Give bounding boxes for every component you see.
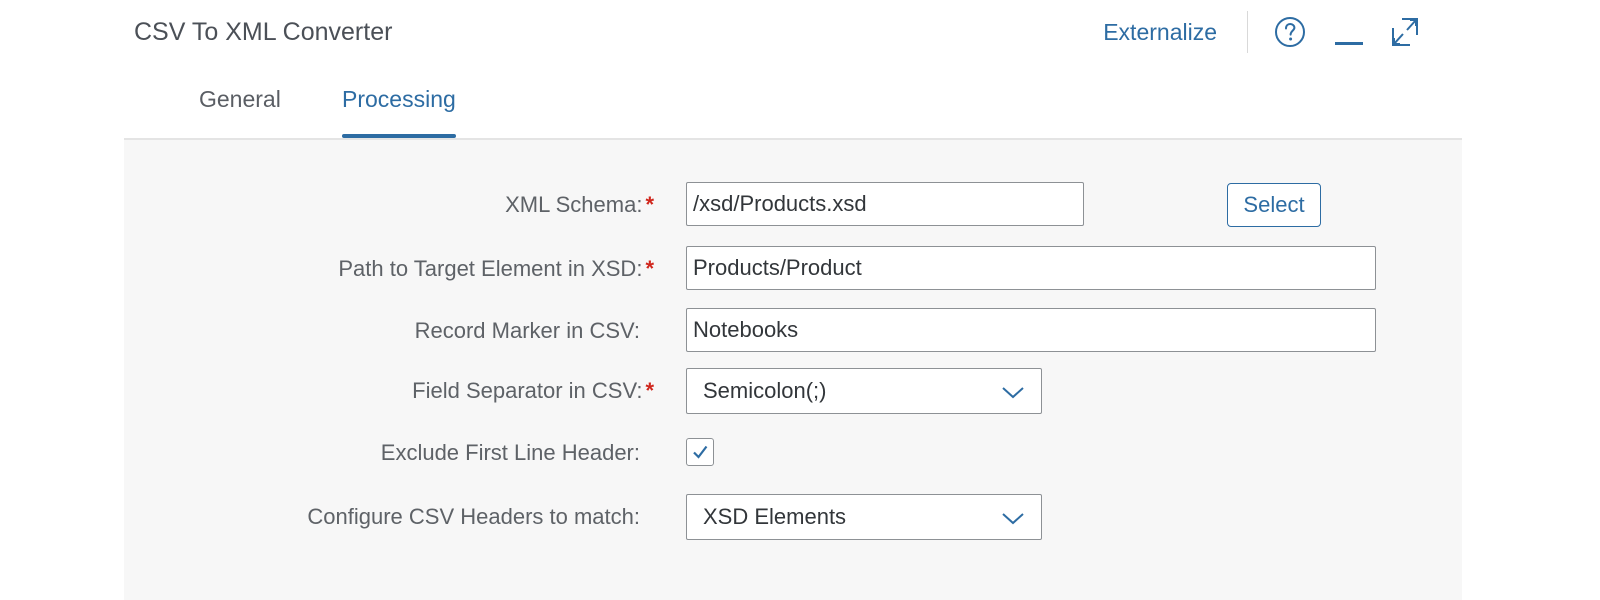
required-marker: *: [645, 256, 654, 281]
panel-title: CSV To XML Converter: [134, 18, 393, 46]
required-marker: *: [645, 192, 654, 217]
exclude-header-label: Exclude First Line Header:: [380, 440, 640, 465]
configure-headers-value: XSD Elements: [703, 504, 847, 529]
target-path-label: Path to Target Element in XSD: *: [338, 256, 654, 281]
field-separator-label: Field Separator in CSV: *: [412, 378, 654, 403]
xml-schema-row: XML Schema: * /xsd/Products.xsd Select: [124, 182, 1462, 228]
checkmark-icon: [693, 445, 708, 459]
header-actions: Externalize: [1103, 11, 1420, 53]
maximize-icon[interactable]: [1390, 16, 1420, 48]
field-separator-value: Semicolon(;): [703, 378, 827, 403]
externalize-button[interactable]: Externalize: [1103, 12, 1217, 52]
chevron-down-icon: [1002, 387, 1024, 399]
configure-headers-row: Configure CSV Headers to match: XSD Elem…: [124, 494, 1462, 540]
help-icon[interactable]: [1274, 16, 1306, 48]
target-path-row: Path to Target Element in XSD: * Products…: [124, 246, 1462, 292]
header-divider: [1247, 11, 1248, 53]
configure-headers-label: Configure CSV Headers to match:: [307, 504, 640, 529]
configure-headers-select[interactable]: XSD Elements: [686, 494, 1042, 540]
processing-form: XML Schema: * /xsd/Products.xsd Select Pa…: [124, 140, 1462, 600]
tab-processing[interactable]: Processing: [342, 74, 456, 138]
record-marker-label: Record Marker in CSV:: [414, 318, 640, 343]
field-separator-row: Field Separator in CSV: * Semicolon(;): [124, 368, 1462, 414]
select-button[interactable]: Select: [1227, 183, 1321, 227]
record-marker-row: Record Marker in CSV: Notebooks: [124, 308, 1462, 354]
tab-bar: General Processing: [124, 74, 1462, 140]
field-separator-select[interactable]: Semicolon(;): [686, 368, 1042, 414]
required-marker: *: [645, 378, 654, 403]
chevron-down-icon: [1002, 513, 1024, 525]
tab-general[interactable]: General: [199, 74, 281, 138]
minimize-icon[interactable]: [1334, 16, 1364, 48]
xml-schema-label: XML Schema: *: [505, 192, 654, 217]
xml-schema-input[interactable]: /xsd/Products.xsd: [686, 182, 1084, 226]
exclude-header-checkbox[interactable]: [686, 438, 714, 466]
record-marker-input[interactable]: Notebooks: [686, 308, 1376, 352]
target-path-input[interactable]: Products/Product: [686, 246, 1376, 290]
exclude-header-row: Exclude First Line Header:: [124, 430, 1462, 476]
